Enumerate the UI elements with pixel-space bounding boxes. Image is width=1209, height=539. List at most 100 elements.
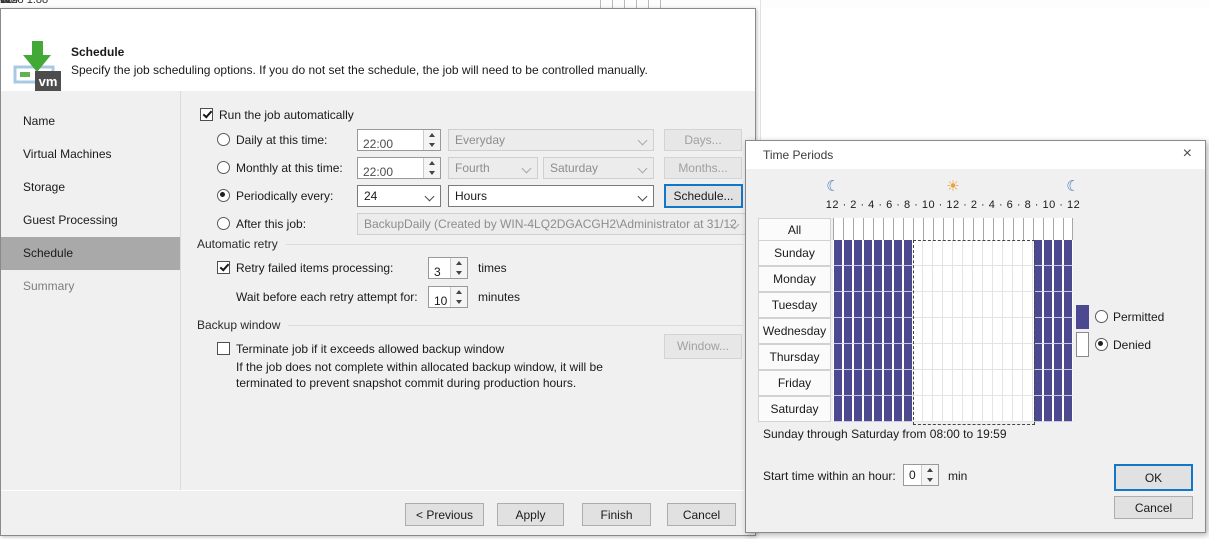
retry-wait-input[interactable]: 10 — [428, 286, 468, 308]
hour-cell-permitted[interactable] — [843, 292, 853, 318]
hour-cell-permitted[interactable] — [873, 396, 883, 422]
spin-down-button[interactable] — [451, 268, 467, 278]
hour-cell-permitted[interactable] — [843, 240, 853, 266]
hour-cell-permitted[interactable] — [1053, 396, 1063, 422]
hour-column-tick[interactable] — [943, 218, 953, 241]
hour-cell-permitted[interactable] — [853, 370, 863, 396]
hour-cell-permitted[interactable] — [883, 396, 893, 422]
hour-cell-permitted[interactable] — [1043, 396, 1053, 422]
hour-cell-permitted[interactable] — [843, 344, 853, 370]
hour-cell-permitted[interactable] — [873, 370, 883, 396]
hour-cell-permitted[interactable] — [1053, 266, 1063, 292]
sidebar-item[interactable]: Storage — [1, 171, 180, 204]
hour-cell-permitted[interactable] — [1063, 240, 1073, 266]
hour-cell-permitted[interactable] — [1063, 292, 1073, 318]
hour-cell-permitted[interactable] — [893, 344, 903, 370]
hour-cell-permitted[interactable] — [1053, 344, 1063, 370]
hour-column-tick[interactable] — [883, 218, 893, 241]
hour-cell-permitted[interactable] — [853, 292, 863, 318]
ok-button[interactable]: OK — [1114, 464, 1193, 491]
hour-cell-permitted[interactable] — [883, 344, 893, 370]
hour-column-tick[interactable] — [1053, 218, 1063, 241]
hour-column-tick[interactable] — [993, 218, 1003, 241]
run-automatically-checkbox[interactable] — [200, 108, 213, 121]
spin-up-button[interactable] — [451, 258, 467, 268]
hour-cell-permitted[interactable] — [1063, 396, 1073, 422]
hour-column-tick[interactable] — [1063, 218, 1073, 241]
spin-down-button[interactable] — [922, 475, 938, 485]
hour-cell-permitted[interactable] — [1063, 318, 1073, 344]
spin-up-button[interactable] — [451, 287, 467, 297]
hour-cell-permitted[interactable] — [833, 266, 843, 292]
hour-cell-permitted[interactable] — [1043, 344, 1053, 370]
hour-cell-permitted[interactable] — [833, 396, 843, 422]
spin-up-button[interactable] — [922, 465, 938, 475]
after-job-radio[interactable] — [217, 217, 230, 230]
hour-cell-permitted[interactable] — [863, 318, 873, 344]
hour-cell-permitted[interactable] — [893, 318, 903, 344]
sidebar-item[interactable]: Name — [1, 105, 180, 138]
daily-radio[interactable] — [217, 133, 230, 146]
monthly-radio[interactable] — [217, 161, 230, 174]
hour-cell-permitted[interactable] — [903, 240, 913, 266]
hour-cell-permitted[interactable] — [1063, 266, 1073, 292]
hour-cell-permitted[interactable] — [893, 370, 903, 396]
periodically-radio[interactable] — [217, 189, 230, 202]
hour-cell-permitted[interactable] — [1063, 370, 1073, 396]
hour-cell-permitted[interactable] — [893, 240, 903, 266]
hour-cell-permitted[interactable] — [853, 266, 863, 292]
hour-cell-permitted[interactable] — [843, 266, 853, 292]
hour-column-tick[interactable] — [1013, 218, 1023, 241]
periodic-value-dropdown[interactable]: 24 — [357, 185, 441, 207]
hour-cell-permitted[interactable] — [853, 396, 863, 422]
hour-cell-permitted[interactable] — [833, 370, 843, 396]
spin-down-button[interactable] — [451, 297, 467, 307]
hour-cell-permitted[interactable] — [1043, 318, 1053, 344]
hour-cell-permitted[interactable] — [903, 396, 913, 422]
hour-cell-permitted[interactable] — [833, 292, 843, 318]
hour-column-tick[interactable] — [933, 218, 943, 241]
retry-count-input[interactable]: 3 — [428, 257, 468, 279]
hour-cell-permitted[interactable] — [883, 240, 893, 266]
sidebar-item[interactable]: Schedule — [1, 237, 180, 270]
hour-cell-permitted[interactable] — [1043, 292, 1053, 318]
close-icon[interactable]: × — [1183, 146, 1192, 162]
hour-column-tick[interactable] — [903, 218, 913, 241]
hour-cell-permitted[interactable] — [863, 344, 873, 370]
hour-column-tick[interactable] — [873, 218, 883, 241]
hour-cell-permitted[interactable] — [843, 318, 853, 344]
hour-column-tick[interactable] — [953, 218, 963, 241]
hour-column-tick[interactable] — [1023, 218, 1033, 241]
hour-cell-permitted[interactable] — [903, 370, 913, 396]
sidebar-item[interactable]: Virtual Machines — [1, 138, 180, 171]
hour-cell-permitted[interactable] — [853, 240, 863, 266]
hour-cell-permitted[interactable] — [1043, 240, 1053, 266]
day-label-button[interactable]: Wednesday — [758, 318, 831, 344]
periodic-unit-dropdown[interactable]: Hours — [448, 185, 654, 207]
hour-column-tick[interactable] — [853, 218, 863, 241]
day-label-button[interactable]: Friday — [758, 370, 831, 396]
hour-cell-permitted[interactable] — [903, 292, 913, 318]
terminate-job-checkbox[interactable] — [217, 342, 230, 355]
hour-column-tick[interactable] — [913, 218, 923, 241]
hour-cell-permitted[interactable] — [873, 266, 883, 292]
hour-cell-permitted[interactable] — [883, 370, 893, 396]
hour-cell-permitted[interactable] — [863, 292, 873, 318]
hour-cell-permitted[interactable] — [1053, 292, 1063, 318]
hour-cell-permitted[interactable] — [1043, 266, 1053, 292]
hour-column-tick[interactable] — [973, 218, 983, 241]
hour-cell-permitted[interactable] — [1053, 318, 1063, 344]
hour-cell-permitted[interactable] — [873, 344, 883, 370]
cancel-button[interactable]: Cancel — [1114, 496, 1193, 519]
hour-cell-permitted[interactable] — [893, 266, 903, 292]
hour-cell-permitted[interactable] — [863, 240, 873, 266]
day-label-button[interactable]: Saturday — [758, 396, 831, 422]
day-label-button[interactable]: Tuesday — [758, 292, 831, 318]
hour-cell-permitted[interactable] — [1053, 370, 1063, 396]
hour-cell-permitted[interactable] — [873, 240, 883, 266]
hour-cell-permitted[interactable] — [1053, 240, 1063, 266]
hour-cell-permitted[interactable] — [903, 318, 913, 344]
hour-cell-permitted[interactable] — [883, 318, 893, 344]
retry-failed-checkbox[interactable] — [217, 261, 230, 274]
schedule-button[interactable]: Schedule... — [664, 184, 743, 208]
